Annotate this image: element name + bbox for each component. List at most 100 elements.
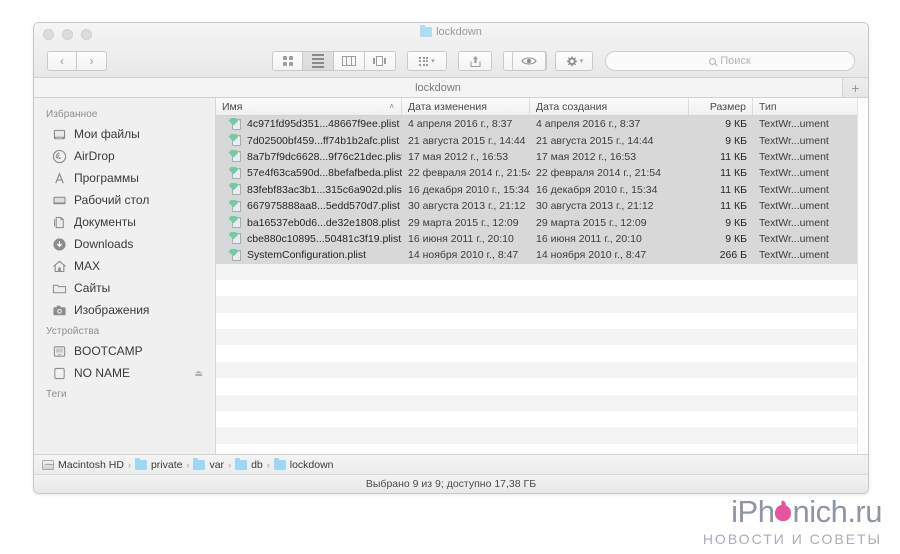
file-name: SystemConfiguration.plist — [247, 249, 366, 261]
window-body: Избранное Мои файлы — [34, 98, 868, 454]
file-name: cbe880c10895...50481c3f19.plist — [247, 233, 401, 245]
share-button[interactable] — [458, 51, 492, 71]
forward-button[interactable]: › — [77, 51, 107, 71]
cell-modified: 4 апреля 2016 г., 8:37 — [402, 118, 530, 130]
chevron-left-icon: ‹ — [60, 54, 64, 68]
coverflow-view-button[interactable] — [365, 51, 396, 71]
table-row[interactable]: cbe880c10895...50481c3f19.plist 16 июня 2… — [216, 231, 868, 247]
table-row[interactable]: ba16537eb0d6...de32e1808.plist29 марта 2… — [216, 214, 868, 230]
cell-size: 9 КБ — [689, 217, 753, 229]
cell-name: ba16537eb0d6...de32e1808.plist — [216, 216, 402, 229]
path-item-db[interactable]: db — [235, 459, 263, 471]
sidebar: Избранное Мои файлы — [34, 98, 216, 454]
column-header-size[interactable]: Размер — [689, 98, 753, 115]
sidebar-section-devices-title: Устройства — [34, 321, 215, 340]
tab-bar: lockdown + — [34, 78, 868, 98]
arrange-button[interactable]: ▾ — [407, 51, 447, 71]
cell-name: 7d02500bf459...ff74b1b2afc.plist — [216, 134, 402, 147]
plist-file-icon — [231, 167, 242, 180]
cell-modified: 29 марта 2015 г., 12:09 — [402, 217, 530, 229]
cell-size: 11 КБ — [689, 184, 753, 196]
column-header-label: Размер — [710, 101, 746, 113]
eject-icon[interactable]: ⏏ — [194, 368, 203, 379]
empty-row — [216, 313, 868, 329]
path-separator: › — [267, 460, 270, 470]
sidebar-item-airdrop[interactable]: AirDrop — [34, 145, 215, 167]
gear-icon — [565, 55, 578, 68]
empty-row — [216, 280, 868, 296]
table-row[interactable]: 667975888aa8...5edd570d7.plist30 августа… — [216, 198, 868, 214]
sidebar-item-label: MAX — [74, 259, 100, 273]
column-header-name[interactable]: Имя ˄ — [216, 98, 402, 115]
table-row[interactable]: 7d02500bf459...ff74b1b2afc.plist21 авгус… — [216, 132, 868, 148]
folder-icon — [274, 460, 286, 470]
plist-file-icon — [231, 249, 242, 262]
cell-modified: 16 декабря 2010 г., 15:34 — [402, 184, 530, 196]
sidebar-section-favorites-title: Избранное — [34, 104, 215, 123]
grid-icon — [283, 56, 293, 66]
table-row[interactable]: 83febf83ac3b1...315c6a902d.plist16 декаб… — [216, 182, 868, 198]
back-button[interactable]: ‹ — [47, 51, 77, 71]
plist-file-icon — [231, 232, 242, 245]
new-tab-button[interactable]: + — [842, 78, 868, 97]
file-name: 4c971fd95d351...48667f9ee.plist — [247, 118, 399, 130]
column-headers: Имя ˄ Дата изменения Дата создания Разме… — [216, 98, 868, 116]
disk-icon — [52, 366, 67, 381]
sidebar-item-home[interactable]: MAX — [34, 255, 215, 277]
navigation-buttons: ‹ › — [47, 51, 107, 71]
column-view-button[interactable] — [334, 51, 365, 71]
cell-size: 9 КБ — [689, 118, 753, 130]
status-text: Выбрано 9 из 9; доступно 17,38 ГБ — [366, 478, 536, 490]
file-name: 83febf83ac3b1...315c6a902d.plist — [247, 184, 402, 196]
sort-ascending-icon: ˄ — [389, 102, 394, 111]
downloads-icon — [52, 237, 67, 252]
cell-created: 16 июня 2011 г., 20:10 — [530, 233, 689, 245]
sidebar-item-all-my-files[interactable]: Мои файлы — [34, 123, 215, 145]
file-name: 57e4f63ca590d...8befafbeda.plist — [247, 167, 402, 179]
path-item-lockdown[interactable]: lockdown — [274, 459, 334, 471]
sidebar-item-applications[interactable]: Программы — [34, 167, 215, 189]
icon-view-button[interactable] — [272, 51, 303, 71]
table-row[interactable]: SystemConfiguration.plist 14 ноября 2010 … — [216, 247, 868, 263]
list-icon — [312, 54, 324, 68]
table-row[interactable]: 57e4f63ca590d...8befafbeda.plist22 февра… — [216, 165, 868, 181]
column-header-label: Дата изменения — [408, 101, 487, 113]
column-header-modified[interactable]: Дата изменения — [402, 98, 530, 115]
plist-file-icon — [231, 183, 242, 196]
list-view-button[interactable] — [303, 51, 334, 71]
empty-row — [216, 444, 868, 454]
action-menu-button[interactable]: ▾ — [555, 51, 593, 71]
cell-modified: 14 ноября 2010 г., 8:47 — [402, 249, 530, 261]
sidebar-item-documents[interactable]: Документы — [34, 211, 215, 233]
empty-row — [216, 296, 868, 312]
path-item-macintosh-hd[interactable]: Macintosh HD — [42, 459, 124, 471]
column-header-created[interactable]: Дата создания — [530, 98, 689, 115]
search-field-wrapper: Поиск — [605, 51, 855, 71]
path-item-var[interactable]: var — [193, 459, 224, 471]
cell-kind: TextWr...ument — [753, 184, 857, 196]
cell-kind: TextWr...ument — [753, 233, 857, 245]
sidebar-item-pictures[interactable]: Изображения — [34, 299, 215, 321]
table-row[interactable]: 4c971fd95d351...48667f9ee.plist4 апреля … — [216, 116, 868, 132]
vertical-scrollbar[interactable] — [857, 98, 868, 454]
cell-size: 9 КБ — [689, 233, 753, 245]
empty-row — [216, 362, 868, 378]
sidebar-item-no-name[interactable]: NO NAME ⏏ — [34, 362, 215, 384]
sidebar-item-bootcamp[interactable]: BOOTCAMP — [34, 340, 215, 362]
chevron-down-icon: ▾ — [431, 58, 435, 65]
sidebar-item-desktop[interactable]: Рабочий стол — [34, 189, 215, 211]
path-item-private[interactable]: private — [135, 459, 183, 471]
sidebar-item-downloads[interactable]: Downloads — [34, 233, 215, 255]
table-row[interactable]: 8a7b7f9dc6628...9f76c21dec.plist17 мая 2… — [216, 149, 868, 165]
cell-kind: TextWr...ument — [753, 135, 857, 147]
search-input[interactable]: Поиск — [605, 51, 855, 71]
cell-size: 9 КБ — [689, 135, 753, 147]
search-placeholder: Поиск — [720, 55, 750, 67]
column-header-kind[interactable]: Тип — [753, 98, 857, 115]
quicklook-button[interactable] — [512, 51, 546, 71]
tab-lockdown[interactable]: lockdown — [34, 78, 842, 97]
sidebar-item-label: NO NAME — [74, 366, 130, 380]
column-header-label: Тип — [759, 101, 777, 113]
sidebar-item-sites[interactable]: Сайты — [34, 277, 215, 299]
cell-name: 57e4f63ca590d...8befafbeda.plist — [216, 167, 402, 180]
